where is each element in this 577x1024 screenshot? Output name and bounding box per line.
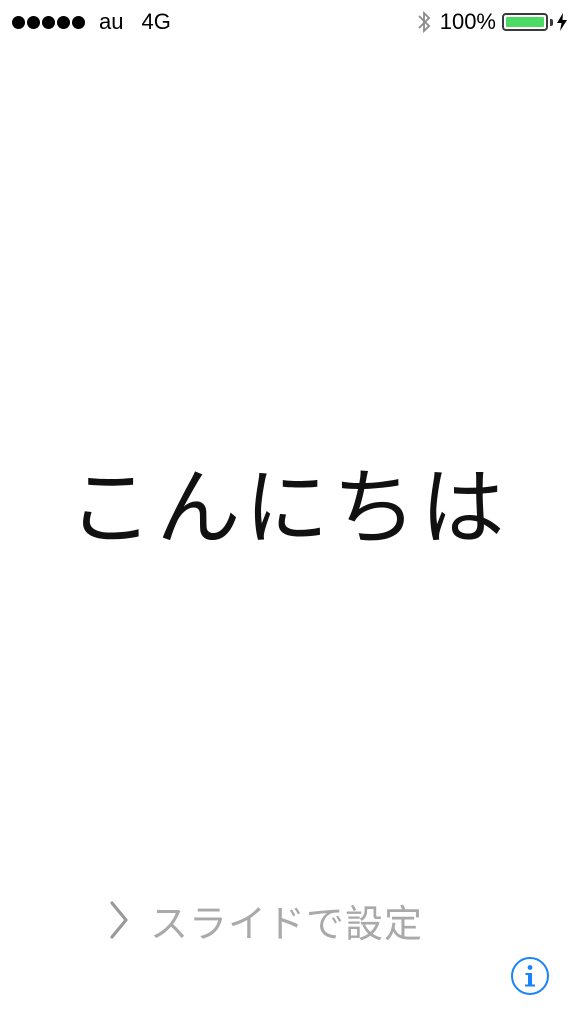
battery-fill: [506, 17, 544, 27]
status-left: au 4G: [12, 9, 171, 35]
info-icon[interactable]: [510, 956, 550, 996]
battery-percent: 100%: [439, 9, 496, 34]
signal-dot: [12, 15, 25, 29]
bolt-icon: [557, 13, 567, 31]
signal-strength-icon: [12, 15, 87, 29]
signal-dot: [27, 15, 40, 29]
status-bar: au 4G 100%: [0, 0, 577, 44]
signal-dot: [72, 15, 85, 29]
welcome-screen: au 4G 100% こんにちは スライドで設定: [0, 0, 577, 1024]
slide-to-setup[interactable]: スライドで設定: [108, 892, 423, 948]
bluetooth-icon: [418, 10, 430, 34]
status-right: 100%: [416, 9, 567, 35]
signal-dot: [57, 15, 70, 29]
battery-nub: [550, 18, 553, 26]
battery-icon: [502, 13, 548, 31]
signal-dot: [42, 15, 55, 29]
greeting-title: こんにちは: [68, 459, 509, 557]
chevron-right-icon: [110, 901, 128, 939]
carrier-name: au: [99, 9, 124, 34]
slide-label: スライドで設定: [150, 901, 424, 946]
network-type: 4G: [141, 9, 171, 34]
